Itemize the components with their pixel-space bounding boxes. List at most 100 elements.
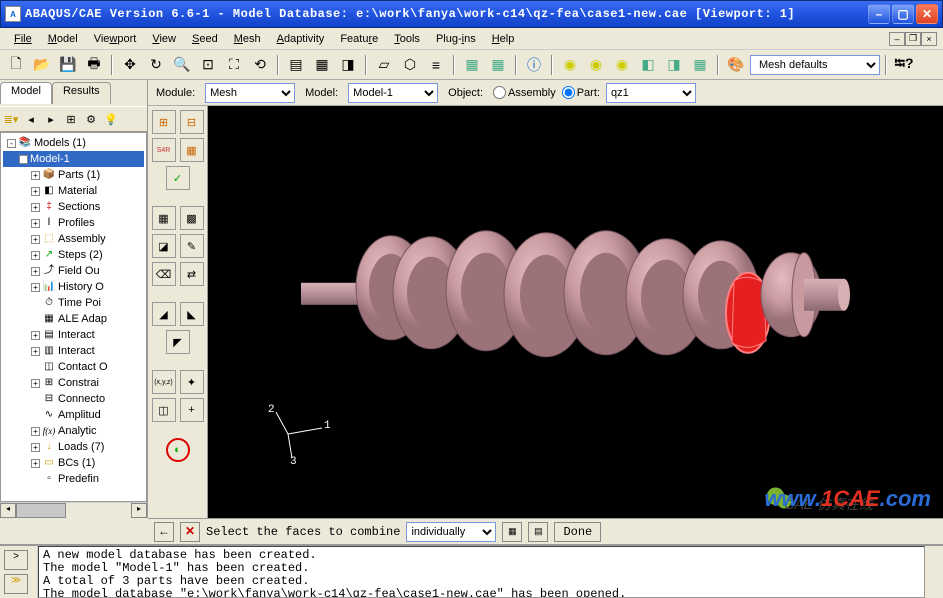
tool-partition[interactable]: ◪ <box>152 234 176 258</box>
tool-virtual1[interactable]: ◢ <box>152 302 176 326</box>
tree-profiles[interactable]: +ⅠProfiles <box>3 215 144 231</box>
mesh-defaults-dropdown[interactable]: Mesh defaults <box>750 55 880 75</box>
message-log[interactable]: A new model database has been created. T… <box>38 546 925 598</box>
tree-analytical-fields[interactable]: +f(x)Analytic <box>3 423 144 439</box>
tree-sections[interactable]: +‡Sections <box>3 199 144 215</box>
color1-button[interactable]: ◉ <box>558 53 582 77</box>
tool-region[interactable]: ▦ <box>152 206 176 230</box>
prompt-cancel-button[interactable]: ✕ <box>180 522 200 542</box>
menu-help[interactable]: Help <box>484 31 523 47</box>
menu-file[interactable]: File <box>6 31 40 47</box>
layers-button[interactable]: ≡ <box>424 53 448 77</box>
tree-nav1-button[interactable]: ◂ <box>22 110 40 128</box>
hidden-button[interactable]: ▦ <box>310 53 334 77</box>
viewport-3d[interactable]: 2 1 3 <box>208 106 943 518</box>
cube3-button[interactable]: ▦ <box>688 53 712 77</box>
cycle-view-button[interactable]: ⟲ <box>248 53 272 77</box>
fit-button[interactable]: ⛶ <box>222 53 246 77</box>
tool-associate[interactable]: ⇄ <box>180 262 204 286</box>
tool-datum-axis[interactable]: ✦ <box>180 370 204 394</box>
model-tree[interactable]: -📚Models (1) -Model-1 +📦Parts (1) +◧Mate… <box>0 132 147 502</box>
tree-scrollbar[interactable]: ◂▸ <box>0 502 147 518</box>
prompt-grid1-button[interactable]: ▦ <box>502 522 522 542</box>
tree-steps[interactable]: +↗Steps (2) <box>3 247 144 263</box>
zoom-button[interactable]: 🔍 <box>170 53 194 77</box>
print-button[interactable]: 🖶 <box>82 53 106 77</box>
tool-mesh-part[interactable]: ✓ <box>166 166 190 190</box>
doc-close-button[interactable]: × <box>921 32 937 46</box>
tree-constraints[interactable]: +⊞Constrai <box>3 375 144 391</box>
save-button[interactable]: 💾 <box>56 53 80 77</box>
color2-button[interactable]: ◉ <box>584 53 608 77</box>
iso-button[interactable]: ⬡ <box>398 53 422 77</box>
render-style2-button[interactable]: ▦ <box>486 53 510 77</box>
assembly-radio[interactable] <box>493 86 506 99</box>
doc-restore-button[interactable]: ❐ <box>905 32 921 46</box>
open-button[interactable]: 📂 <box>30 53 54 77</box>
menu-seed[interactable]: Seed <box>184 31 226 47</box>
color3-button[interactable]: ◉ <box>610 53 634 77</box>
tree-interaction-props[interactable]: +▥Interact <box>3 343 144 359</box>
module-select[interactable]: Mesh <box>205 83 295 103</box>
tree-predefined[interactable]: ▫Predefin <box>3 471 144 487</box>
tool-mesh-control[interactable]: S4R <box>152 138 176 162</box>
tool-verify[interactable]: ▩ <box>180 206 204 230</box>
menu-plugins[interactable]: Plug-ins <box>428 31 484 47</box>
pan-button[interactable]: ✥ <box>118 53 142 77</box>
tree-assembly[interactable]: +⬚Assembly <box>3 231 144 247</box>
tool-datum-point[interactable]: + <box>180 398 204 422</box>
perspective-button[interactable]: ▱ <box>372 53 396 77</box>
tree-filter-button[interactable]: ≣▾ <box>2 110 20 128</box>
tab-results[interactable]: Results <box>52 82 111 104</box>
tree-highlight-button[interactable]: 💡 <box>102 110 120 128</box>
menu-mesh[interactable]: Mesh <box>226 31 269 47</box>
prompt-mode-select[interactable]: individually <box>406 522 496 542</box>
tree-bcs[interactable]: +▭BCs (1) <box>3 455 144 471</box>
menu-feature[interactable]: Feature <box>332 31 386 47</box>
render-style1-button[interactable]: ▦ <box>460 53 484 77</box>
tool-seed-edge[interactable]: ⊟ <box>180 110 204 134</box>
new-button[interactable]: 🗋 <box>4 53 28 77</box>
doc-minimize-button[interactable]: – <box>889 32 905 46</box>
tree-time-points[interactable]: ⏱Time Poi <box>3 295 144 311</box>
model-select[interactable]: Model-1 <box>348 83 438 103</box>
tree-loads[interactable]: +↓Loads (7) <box>3 439 144 455</box>
tree-parts[interactable]: +📦Parts (1) <box>3 167 144 183</box>
tree-root-models[interactable]: -📚Models (1) <box>3 135 144 151</box>
tool-virtual2[interactable]: ◣ <box>180 302 204 326</box>
rotate-button[interactable]: ↻ <box>144 53 168 77</box>
prompt-grid2-button[interactable]: ▤ <box>528 522 548 542</box>
tool-datum-plane[interactable]: ◫ <box>152 398 176 422</box>
shaded-button[interactable]: ◨ <box>336 53 360 77</box>
info-button[interactable]: ⓘ <box>522 53 546 77</box>
menu-view[interactable]: View <box>144 31 184 47</box>
tree-nav2-button[interactable]: ▸ <box>42 110 60 128</box>
tree-contact[interactable]: ◫Contact O <box>3 359 144 375</box>
wireframe-button[interactable]: ▤ <box>284 53 308 77</box>
part-select[interactable]: qz1 <box>606 83 696 103</box>
zoom-box-button[interactable]: ⊡ <box>196 53 220 77</box>
tree-model-1[interactable]: -Model-1 <box>3 151 144 167</box>
menu-viewport[interactable]: Viewport <box>86 31 145 47</box>
palette-button[interactable]: 🎨 <box>724 53 748 77</box>
menu-model[interactable]: Model <box>40 31 86 47</box>
tree-ale-adaptive[interactable]: ▦ALE Adap <box>3 311 144 327</box>
help-pointer-button[interactable]: ⭾? <box>892 53 916 77</box>
tool-combine-faces[interactable]: ◐ <box>166 438 190 462</box>
prompt-back-button[interactable]: ← <box>154 522 174 542</box>
tree-settings-button[interactable]: ⚙ <box>82 110 100 128</box>
tree-connectors[interactable]: ⊟Connecto <box>3 391 144 407</box>
menu-adaptivity[interactable]: Adaptivity <box>269 31 333 47</box>
tree-materials[interactable]: +◧Material <box>3 183 144 199</box>
tab-model[interactable]: Model <box>0 82 52 104</box>
tree-history-output[interactable]: +📊History O <box>3 279 144 295</box>
tool-edit[interactable]: ✎ <box>180 234 204 258</box>
cube1-button[interactable]: ◧ <box>636 53 660 77</box>
tool-element-type[interactable]: ▦ <box>180 138 204 162</box>
tree-field-output[interactable]: +⤴Field Ou <box>3 263 144 279</box>
tool-seed-part[interactable]: ⊞ <box>152 110 176 134</box>
tree-interactions[interactable]: +▤Interact <box>3 327 144 343</box>
tool-delete[interactable]: ⌫ <box>152 262 176 286</box>
msg-tab-log[interactable]: ≫ <box>4 574 28 594</box>
menu-tools[interactable]: Tools <box>386 31 428 47</box>
